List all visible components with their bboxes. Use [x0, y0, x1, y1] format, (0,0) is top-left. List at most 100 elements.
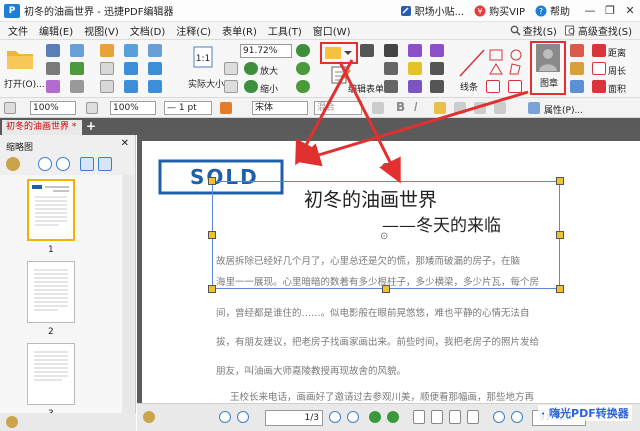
underline-icon[interactable] — [430, 80, 444, 93]
last-page-icon[interactable] — [148, 80, 162, 93]
font-combobox[interactable]: 宋体 — [252, 101, 308, 115]
link-icon[interactable] — [384, 80, 398, 93]
undo-icon[interactable] — [70, 62, 84, 75]
stroke-color-icon[interactable] — [86, 102, 98, 114]
back-button-icon[interactable] — [369, 411, 381, 423]
area-icon[interactable] — [592, 80, 606, 93]
distance-icon[interactable] — [592, 44, 606, 57]
zoom-in-thumb-icon[interactable] — [38, 157, 52, 171]
crop-icon[interactable] — [384, 62, 398, 75]
first-page-icon[interactable] — [148, 62, 162, 75]
zoom-out-icon[interactable] — [244, 80, 258, 93]
sidebar-close-button[interactable]: ✕ — [121, 138, 129, 149]
resize-handle-nw[interactable] — [208, 177, 216, 185]
properties-button[interactable]: 属性(P)... — [544, 103, 583, 116]
bottom-zoom-out-icon[interactable] — [493, 411, 505, 423]
prev-page-button-icon[interactable] — [237, 411, 249, 423]
perimeter-label[interactable]: 周长 — [608, 64, 626, 77]
menu-file[interactable]: 文件 — [8, 23, 28, 38]
snapshot-icon[interactable] — [124, 44, 138, 57]
delete-page-icon[interactable] — [98, 157, 112, 171]
zoom-in-icon[interactable] — [244, 62, 258, 75]
resize-handle-e[interactable] — [556, 231, 564, 239]
text-select-icon[interactable] — [100, 80, 114, 93]
menu-view[interactable]: 视图(V) — [84, 23, 119, 38]
hand-tool-icon[interactable] — [100, 44, 114, 57]
advanced-find-button[interactable]: 高级查找(S) — [564, 23, 632, 38]
align-left-icon[interactable] — [434, 102, 446, 114]
first-page-button-icon[interactable] — [219, 411, 231, 423]
stroke-opacity-combobox[interactable]: 100% — [110, 101, 156, 115]
strikeout-icon[interactable] — [430, 62, 444, 75]
actual-size-icon[interactable]: 1:1 — [192, 46, 214, 68]
workplace-tips-button[interactable]: 职场小贴... — [400, 3, 464, 18]
fit-page-icon[interactable] — [224, 62, 238, 75]
pencil-icon[interactable] — [570, 62, 584, 75]
open-folder-icon[interactable] — [6, 46, 34, 70]
new-tab-button[interactable]: + — [86, 119, 96, 133]
tab-document[interactable]: 初冬的油画世界 * — [2, 120, 82, 135]
fill-opacity-combobox[interactable]: 100% — [30, 101, 76, 115]
menu-comment[interactable]: 注释(C) — [176, 23, 211, 38]
print-icon[interactable] — [46, 62, 60, 75]
help-button[interactable]: ? 帮助 — [535, 3, 570, 18]
perimeter-icon[interactable] — [592, 62, 606, 75]
properties-icon[interactable] — [528, 102, 540, 114]
font-size-up-icon[interactable] — [372, 102, 384, 114]
stamp-label[interactable]: 图章 — [540, 76, 558, 89]
zoom-out-thumb-icon[interactable] — [56, 157, 70, 171]
shapes-palette-icon[interactable] — [458, 46, 524, 78]
next-page-icon[interactable] — [124, 80, 138, 93]
restore-button[interactable]: ❐ — [600, 0, 620, 22]
resize-handle-se[interactable] — [556, 285, 564, 293]
single-page-icon[interactable] — [413, 410, 425, 424]
star-fill-icon[interactable] — [4, 102, 16, 114]
next-page-button-icon[interactable] — [329, 411, 341, 423]
thumbnail-page-3[interactable] — [27, 343, 75, 405]
thumbnail-page-1[interactable] — [27, 179, 75, 241]
resize-handle-sw[interactable] — [208, 285, 216, 293]
zoom-out-label[interactable]: 缩小 — [260, 82, 278, 95]
align-center-icon[interactable] — [454, 102, 466, 114]
continuous-facing-icon[interactable] — [467, 410, 479, 424]
close-button[interactable]: ✕ — [620, 0, 640, 22]
zoom-combobox[interactable]: 91.72% — [240, 44, 292, 58]
rotate-handle[interactable] — [382, 163, 390, 171]
rotate-icon[interactable] — [296, 62, 310, 75]
text-box-icon[interactable] — [384, 44, 398, 57]
menu-window[interactable]: 窗口(W) — [313, 23, 351, 38]
edit-text-icon[interactable] — [360, 44, 374, 57]
menu-edit[interactable]: 编辑(E) — [39, 23, 73, 38]
polygon-icon[interactable] — [508, 80, 522, 93]
note-icon[interactable] — [408, 62, 422, 75]
email-icon[interactable] — [70, 44, 84, 57]
area-label[interactable]: 面积 — [608, 82, 626, 95]
thumbnail-page-2[interactable] — [27, 261, 75, 323]
last-page-button-icon[interactable] — [347, 411, 359, 423]
bold-button[interactable]: B — [396, 100, 405, 114]
buy-vip-button[interactable]: ¥ 购买VIP — [474, 3, 525, 18]
select-icon[interactable] — [100, 62, 114, 75]
zoom-in-label[interactable]: 放大 — [260, 64, 278, 77]
measure-icon[interactable] — [570, 80, 584, 93]
callout-icon[interactable] — [430, 44, 444, 57]
sidebar-options-icon[interactable] — [6, 416, 18, 428]
italic-button[interactable]: I — [414, 100, 418, 114]
blend-mode-combobox[interactable]: 混合 — [314, 101, 362, 115]
insert-page-icon[interactable] — [80, 157, 94, 171]
settings-gear-icon[interactable] — [6, 157, 20, 171]
resize-handle-w[interactable] — [208, 231, 216, 239]
typewriter-icon[interactable] — [408, 44, 422, 57]
text-color-icon[interactable] — [220, 102, 232, 114]
lines-label[interactable]: 线条 — [460, 80, 478, 93]
justify-icon[interactable] — [494, 102, 506, 114]
resize-handle-ne[interactable] — [556, 177, 564, 185]
refresh-icon[interactable] — [296, 80, 310, 93]
zoom-in-circle-icon[interactable] — [296, 44, 310, 57]
rectangle-icon[interactable] — [486, 80, 500, 93]
edit-content-icon[interactable] — [324, 45, 352, 61]
align-right-icon[interactable] — [474, 102, 486, 114]
distance-label[interactable]: 距离 — [608, 46, 626, 59]
find-button[interactable]: 查找(S) — [510, 23, 557, 38]
attach-icon[interactable] — [408, 80, 422, 93]
